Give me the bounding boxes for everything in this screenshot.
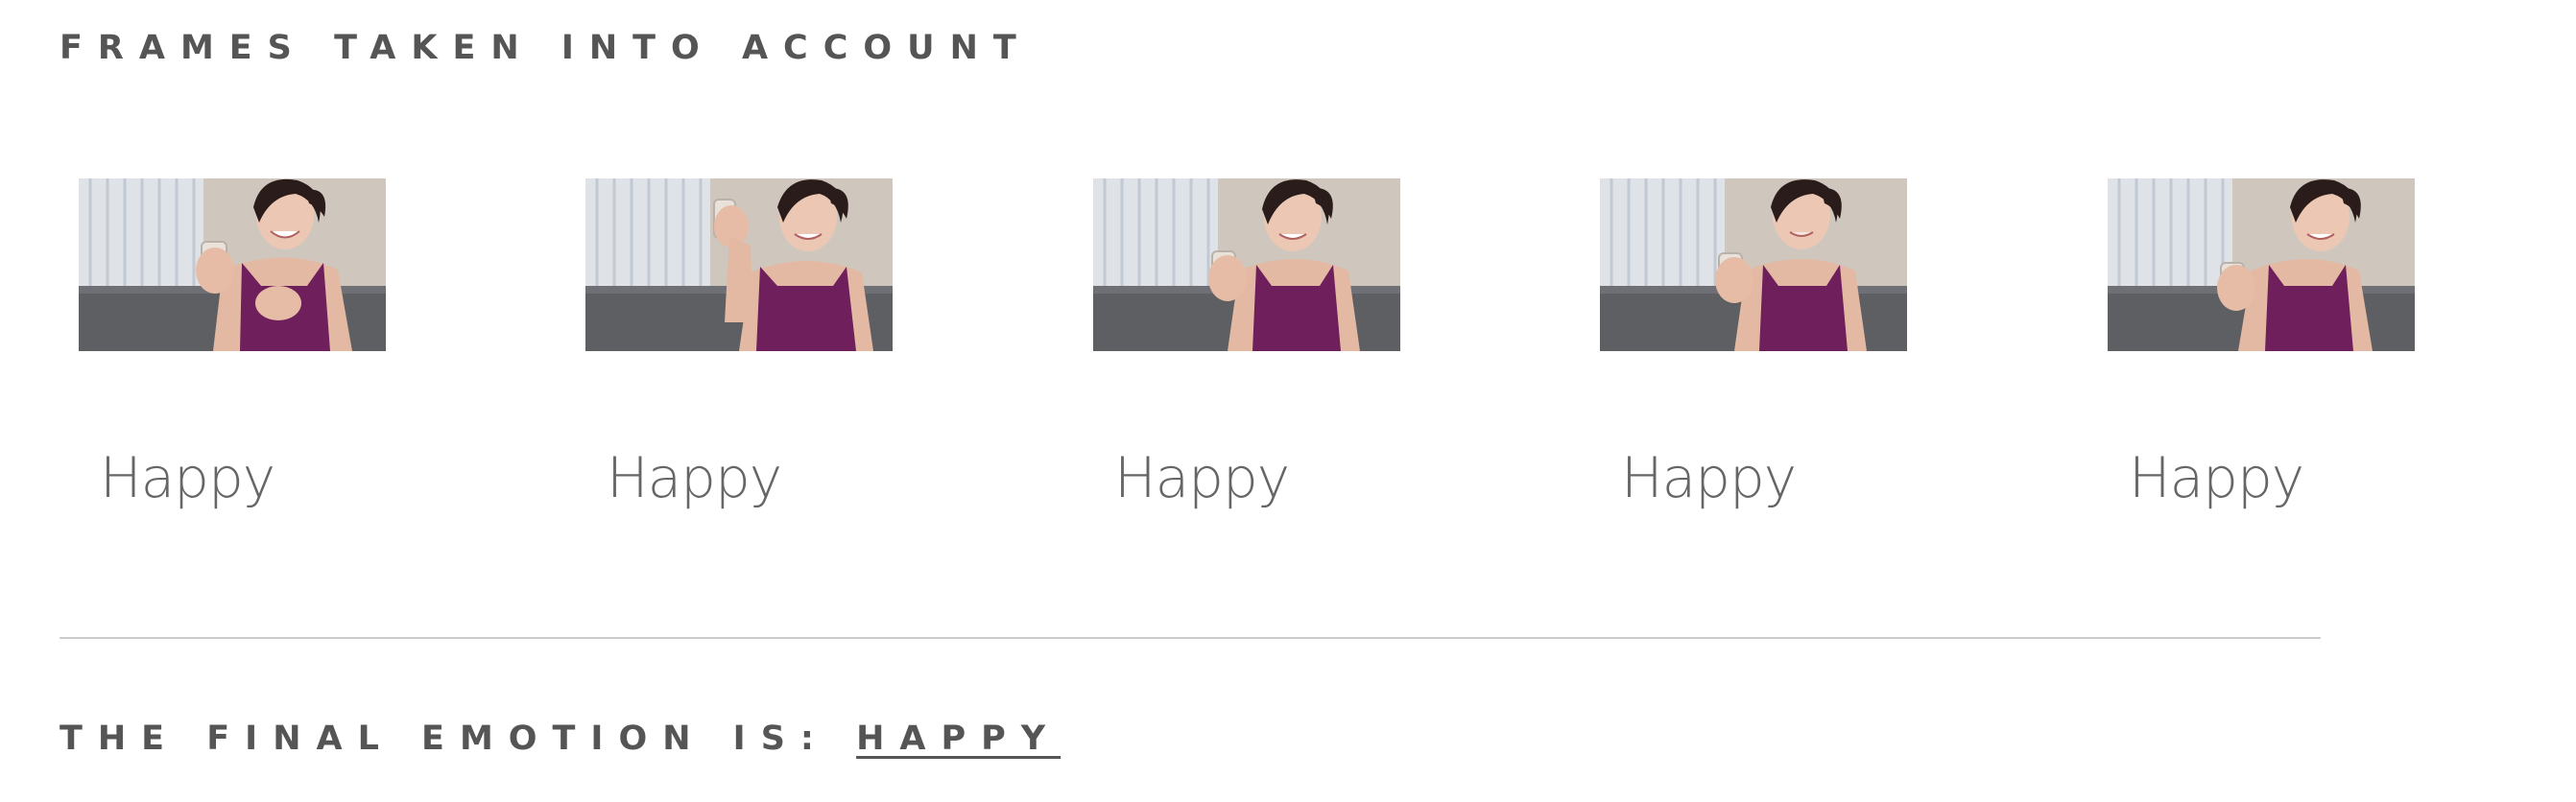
- frame-card: Happy: [1600, 178, 1907, 510]
- frame-thumbnail: [79, 178, 386, 351]
- frame-thumbnail: [2108, 178, 2415, 351]
- frame-emotion-label: Happy: [2129, 445, 2304, 510]
- frame-emotion-label: Happy: [1114, 445, 1290, 510]
- section-divider: [60, 637, 2321, 639]
- frame-emotion-label: Happy: [607, 445, 782, 510]
- frame-thumbnail: [585, 178, 893, 351]
- frame-thumbnail: [1093, 178, 1400, 351]
- frame-emotion-label: Happy: [1621, 445, 1797, 510]
- frame-card: Happy: [1093, 178, 1400, 510]
- frame-card: Happy: [585, 178, 893, 510]
- frame-card: Happy: [2108, 178, 2415, 510]
- final-emotion-prefix: THE FINAL EMOTION IS:: [60, 719, 857, 758]
- final-emotion-heading: THE FINAL EMOTION IS: HAPPY: [60, 719, 1061, 758]
- frames-heading: FRAMES TAKEN INTO ACCOUNT: [60, 29, 1032, 67]
- frame-thumbnail: [1600, 178, 1907, 351]
- final-emotion-value: HAPPY: [856, 719, 1061, 758]
- frame-emotion-label: Happy: [100, 445, 275, 510]
- frame-card: Happy: [79, 178, 386, 510]
